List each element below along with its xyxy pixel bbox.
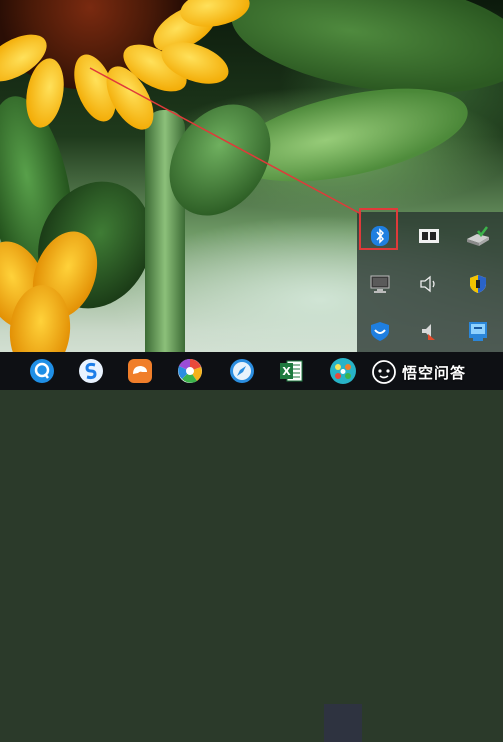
annotation-arrow-line [89, 67, 362, 215]
wukong-logo-icon [372, 360, 396, 384]
active-app-highlight [324, 704, 362, 742]
wukong-watermark: 悟空问答 [372, 358, 466, 386]
watermark-text: 悟空问答 [402, 363, 467, 382]
annotation-highlight-box [359, 208, 398, 250]
